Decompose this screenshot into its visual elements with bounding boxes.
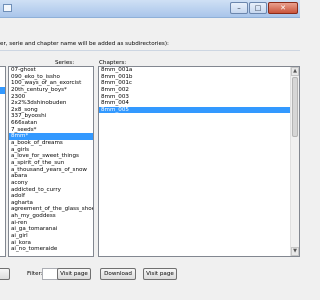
list-item[interactable]: agharta	[9, 200, 93, 207]
chapters-scrollbar[interactable]: ▲ ▼	[290, 67, 299, 256]
visit-page-series-button[interactable]: Visit page	[57, 268, 91, 280]
list-item[interactable]: 2300	[9, 94, 93, 101]
list-item[interactable]: 8mm_005	[99, 106, 299, 114]
list-item[interactable]: 337_byooshi	[9, 113, 93, 120]
list-item[interactable]: 2x8_song	[9, 107, 93, 114]
title-bar: – □ ✕	[0, 0, 300, 18]
chapters-list[interactable]: 8mm_001a 8mm_001b 8mm_001c 8mm_002 8mm_003 8m…	[98, 66, 300, 257]
list-item[interactable]: ai_no_tomeraide	[9, 246, 93, 253]
list-item[interactable]: 8mm_001c	[99, 80, 299, 87]
list-item[interactable]: 07-ghost	[9, 67, 93, 74]
list-item[interactable]: 8mm_001b	[99, 74, 299, 81]
scroll-thumb[interactable]	[292, 77, 298, 137]
list-item[interactable]: adolf	[9, 193, 93, 200]
list-item[interactable]: 8mm_003	[99, 94, 299, 101]
scroll-down-icon[interactable]: ▼	[291, 247, 299, 256]
list-item[interactable]: ai_ga_tomaranai	[9, 226, 93, 233]
list-item[interactable]: a_spirit_of_the_sun	[9, 160, 93, 167]
left-partial-button[interactable]	[0, 268, 10, 280]
list-item[interactable]: ai_kora	[9, 240, 93, 247]
list-item[interactable]: a_girls	[9, 147, 93, 154]
series-list[interactable]: 07-ghost 090_eko_to_issho 100_ways_of_an_e…	[8, 66, 94, 257]
list-item[interactable]: acony	[9, 180, 93, 187]
left-list[interactable]	[0, 66, 6, 257]
list-item[interactable]: 090_eko_to_issho	[9, 74, 93, 81]
list-item[interactable]: 8mm_002	[99, 87, 299, 94]
filter-label: Filter:	[27, 271, 43, 277]
list-item[interactable]: 2x2%3dshinobuden	[9, 100, 93, 107]
list-item[interactable]: 666satan	[9, 120, 93, 127]
list-item[interactable]: 100_ways_of_an_exorcist	[9, 80, 93, 87]
app-icon	[3, 4, 12, 12]
list-item[interactable]	[0, 80, 5, 87]
divider	[0, 50, 300, 51]
download-button[interactable]: Download	[100, 268, 136, 280]
list-item[interactable]	[0, 74, 5, 81]
list-item[interactable]: addicted_to_curry	[9, 187, 93, 194]
list-item[interactable]: agreement_of_the_glass_shoe	[9, 206, 93, 213]
maximize-button[interactable]: □	[249, 2, 267, 14]
list-item[interactable]	[0, 86, 5, 94]
list-item[interactable]: ai-ren	[9, 220, 93, 227]
window-controls: – □ ✕	[230, 2, 298, 14]
list-item[interactable]	[0, 67, 5, 74]
list-item[interactable]: 8mm_001a	[99, 67, 299, 74]
list-item[interactable]: abara	[9, 173, 93, 180]
visit-page-chapter-button[interactable]: Visit page	[143, 268, 177, 280]
close-button[interactable]: ✕	[268, 2, 298, 14]
list-item[interactable]: 7_seeds*	[9, 127, 93, 134]
minimize-button[interactable]: –	[230, 2, 248, 14]
list-item[interactable]: ai_girl	[9, 233, 93, 240]
instructions-text: er, serie and chapter name will be added…	[0, 41, 169, 47]
scroll-up-icon[interactable]: ▲	[291, 67, 299, 76]
list-item[interactable]: a_love_for_sweet_things	[9, 153, 93, 160]
list-item[interactable]: 20th_century_boys*	[9, 87, 93, 94]
list-item[interactable]: ah_my_goddess	[9, 213, 93, 220]
list-item[interactable]: 8mm_004	[99, 100, 299, 107]
list-item[interactable]: a_book_of_dreams	[9, 140, 93, 147]
list-item[interactable]: 8mm*	[9, 133, 93, 141]
list-item[interactable]: a_thousand_years_of_snow	[9, 167, 93, 174]
